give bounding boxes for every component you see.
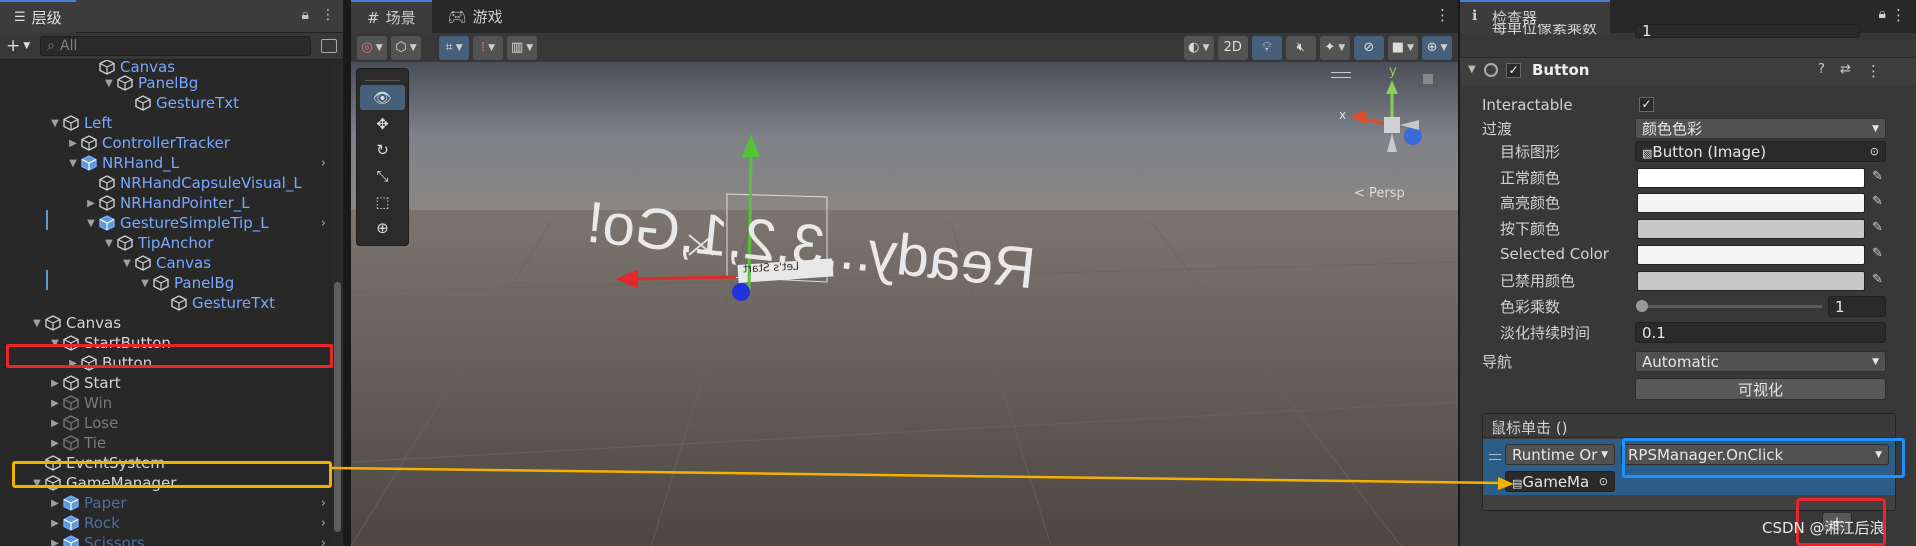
annotation-arrow — [331, 466, 1514, 490]
